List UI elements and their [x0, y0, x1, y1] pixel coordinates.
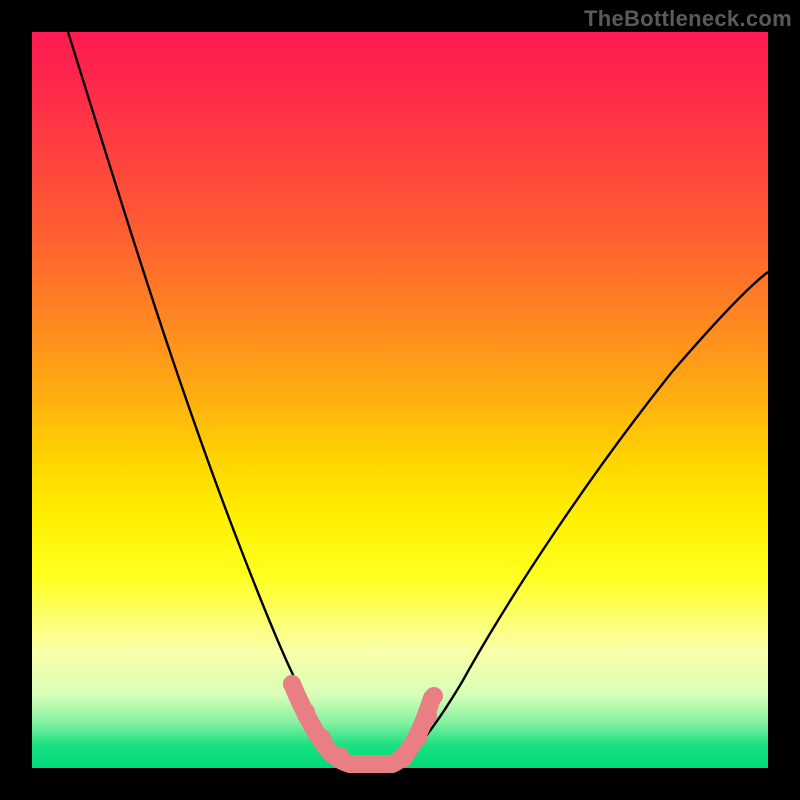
left-curve: [68, 32, 362, 765]
plot-area: [32, 32, 768, 768]
right-curve: [392, 272, 768, 765]
valley-dot: [313, 729, 331, 747]
valley-dot: [375, 755, 393, 773]
valley-dot: [395, 749, 413, 767]
valley-dot: [283, 675, 301, 693]
valley-dot: [331, 747, 349, 765]
branding-watermark: TheBottleneck.com: [584, 6, 792, 32]
valley-dot: [419, 707, 437, 725]
chart-frame: TheBottleneck.com: [0, 0, 800, 800]
valley-dot: [409, 729, 427, 747]
valley-dot: [297, 703, 315, 721]
valley-dot: [353, 755, 371, 773]
valley-dot: [425, 687, 443, 705]
chart-svg: [32, 32, 768, 768]
